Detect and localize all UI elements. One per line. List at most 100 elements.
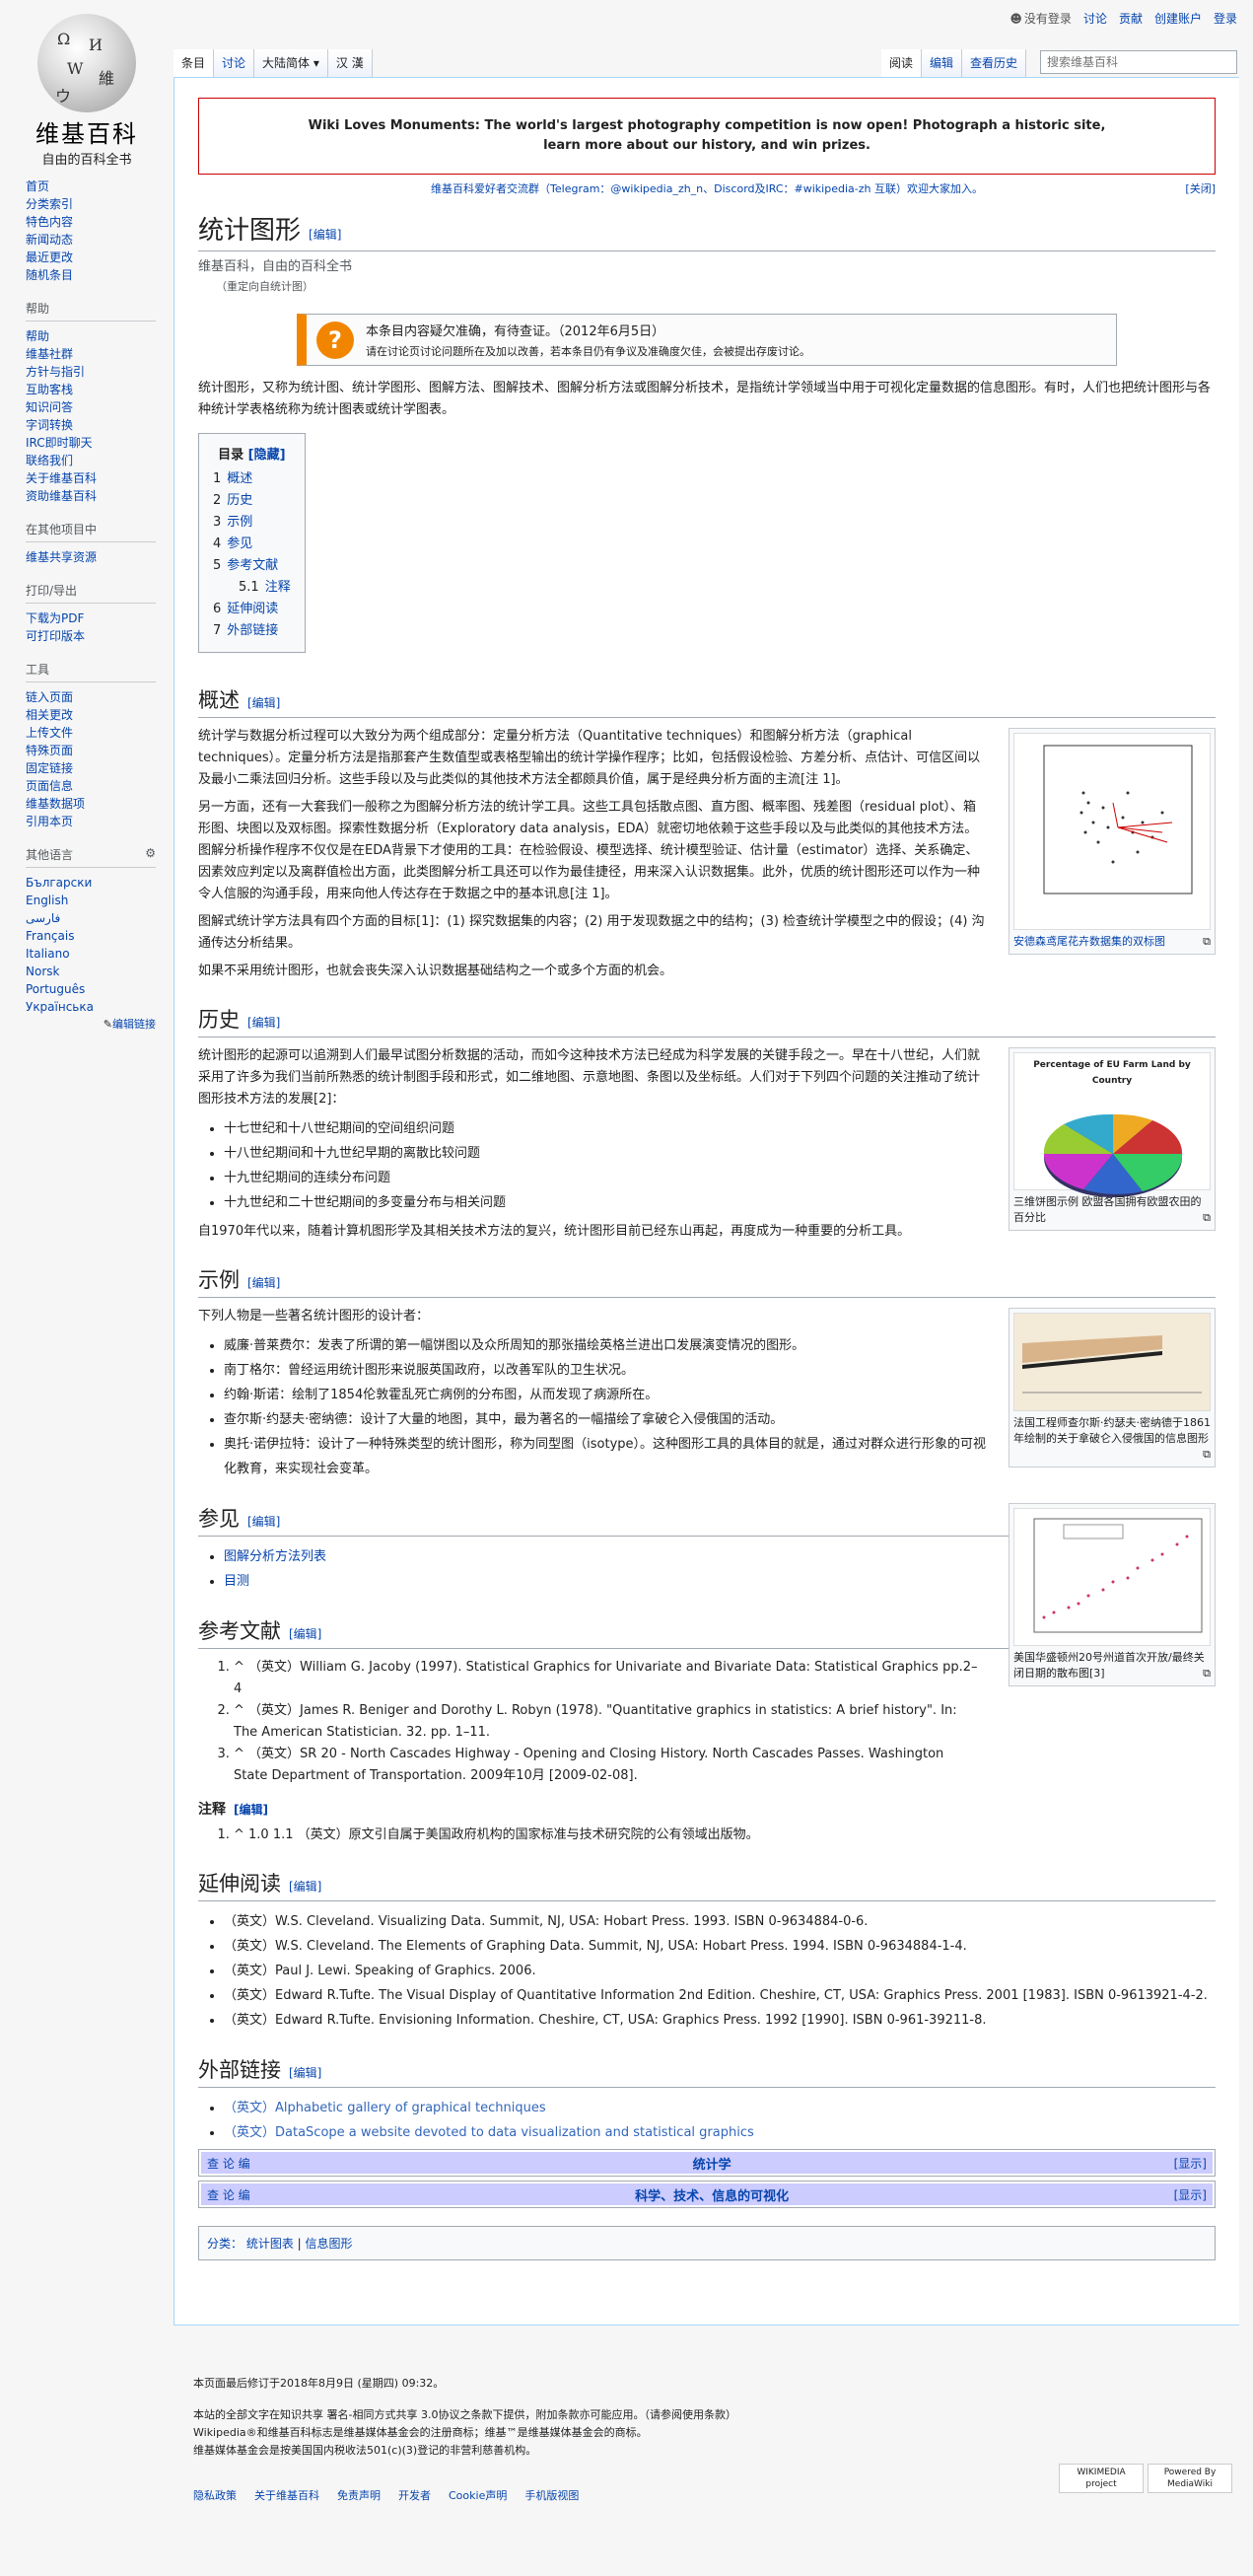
sidebar-item[interactable]: 方针与指引 [26,363,174,381]
edit-link[interactable]: [编辑] [309,228,341,242]
edit-link[interactable]: [编辑] [289,1880,321,1894]
sidebar-item-recent[interactable]: 最近更改 [26,249,174,266]
tab-edit[interactable]: 编辑 [921,49,962,77]
sidebar-item-home[interactable]: 首页 [26,178,174,195]
sidebar-lang[interactable]: Français [26,927,174,945]
categories-label[interactable]: 分类： [207,2237,243,2251]
sidebar-item[interactable]: 字词转换 [26,416,174,434]
sidebar-item[interactable]: 上传文件 [26,724,174,742]
toc-item[interactable]: 5 参考文献 [213,555,291,577]
category-link[interactable]: 信息图形 [306,2237,353,2251]
tab-read[interactable]: 阅读 [880,49,922,77]
sidebar-item[interactable]: 可打印版本 [26,627,174,645]
sidebar-item[interactable]: 联络我们 [26,452,174,469]
biplot-caption[interactable]: 安德森鸢尾花卉数据集的双标图 [1013,935,1165,948]
biplot-thumbnail[interactable]: 安德森鸢尾花卉数据集的双标图 ⧉ [1009,728,1216,955]
scatter-thumbnail[interactable]: 美国华盛顿州20号州道首次开放/最终关闭日期的散布图[3] ⧉ [1009,1503,1216,1686]
external-link[interactable]: （英文）Alphabetic gallery of graphical tech… [224,2101,546,2115]
minard-thumbnail[interactable]: 法国工程师查尔斯·约瑟夫·密纳德于1861年绘制的关于拿破仑入侵俄国的信息图形 … [1009,1308,1216,1467]
sidebar-item[interactable]: 特殊页面 [26,742,174,759]
enlarge-icon[interactable]: ⧉ [1203,1447,1211,1463]
navbox-show-toggle[interactable]: [显示] [1174,2155,1207,2172]
toc-item[interactable]: 6 延伸阅读 [213,599,291,620]
search-input[interactable] [1040,50,1237,74]
edit-link[interactable]: [编辑] [247,1515,280,1529]
toc-item[interactable]: 3 示例 [213,512,291,534]
see-also-link[interactable]: 目测 [224,1574,249,1589]
sidebar-lang[interactable]: فارسی [26,909,174,927]
sidebar-item[interactable]: 帮助 [26,327,174,345]
sidebar-item[interactable]: 关于维基百科 [26,469,174,487]
sidebar-item-featured[interactable]: 特色内容 [26,213,174,231]
sidebar-item[interactable]: IRC即时聊天 [26,434,174,452]
sidebar-item[interactable]: 维基共享资源 [26,548,174,566]
sidebar-item-news[interactable]: 新闻动态 [26,231,174,249]
footer-link[interactable]: 免责声明 [337,2487,381,2505]
sidebar-item[interactable]: 维基数据项 [26,795,174,813]
login-link[interactable]: 登录 [1214,10,1237,27]
edit-link[interactable]: [编辑] [289,1627,321,1641]
see-also-link[interactable]: 图解分析方法列表 [224,1549,326,1564]
community-link[interactable]: 维基百科爱好者交流群（Telegram：@wikipedia_zh_n、Disc… [431,182,983,195]
mediawiki-badge[interactable]: Powered By MediaWiki [1148,2464,1232,2493]
sidebar-lang[interactable]: English [26,892,174,909]
wikimedia-badge[interactable]: WIKIMEDIA project [1059,2464,1144,2493]
enlarge-icon[interactable]: ⧉ [1203,1210,1211,1226]
sidebar-item[interactable]: 链入页面 [26,688,174,706]
external-link[interactable]: （英文）DataScope a website devoted to data … [224,2125,754,2140]
central-notice[interactable]: Wiki Loves Monuments: The world's larges… [198,98,1216,175]
sidebar-lang[interactable]: Български [26,874,174,892]
sidebar-item[interactable]: 相关更改 [26,706,174,724]
sidebar-item[interactable]: 下载为PDF [26,609,174,627]
sidebar-item[interactable]: 互助客栈 [26,381,174,398]
sidebar-item[interactable]: 引用本页 [26,813,174,830]
tab-article[interactable]: 条目 [174,49,215,77]
enlarge-icon[interactable]: ⧉ [1203,1666,1211,1682]
sidebar-lang[interactable]: Українська [26,998,174,1016]
sidebar-item[interactable]: 维基社群 [26,345,174,363]
close-button[interactable]: [关闭] [1185,180,1216,198]
edit-link[interactable]: [编辑] [247,1016,280,1030]
sidebar-item-categories[interactable]: 分类索引 [26,195,174,213]
navbox-title[interactable]: 科学、技术、信息的可视化 [635,2189,789,2204]
navbox-title[interactable]: 统计学 [693,2158,731,2173]
enlarge-icon[interactable]: ⧉ [1203,934,1211,950]
edit-link[interactable]: [编辑] [234,1803,268,1817]
sidebar-item[interactable]: 知识问答 [26,398,174,416]
category-link[interactable]: 统计图表 [246,2237,294,2251]
sidebar-lang[interactable]: Norsk [26,963,174,980]
tab-history[interactable]: 查看历史 [961,49,1026,77]
tab-talk[interactable]: 讨论 [214,49,255,77]
edit-link[interactable]: [编辑] [289,2066,321,2080]
toc-hide-toggle[interactable]: [隐藏] [248,448,286,463]
gear-icon[interactable]: ⚙ [145,846,156,860]
footer-link[interactable]: 隐私政策 [193,2487,237,2505]
sidebar-item[interactable]: 固定链接 [26,759,174,777]
footer-link[interactable]: 开发者 [398,2487,431,2505]
navbox-show-toggle[interactable]: [显示] [1174,2186,1207,2203]
contributions-link[interactable]: 贡献 [1119,10,1143,27]
sidebar-item[interactable]: 资助维基百科 [26,487,174,505]
toc-item[interactable]: 4 参见 [213,534,291,555]
create-account-link[interactable]: 创建账户 [1154,10,1202,27]
tab-variant[interactable]: 大陆简体 ▾ [254,49,328,77]
toc-item[interactable]: 1 概述 [213,468,291,490]
sidebar-lang[interactable]: Italiano [26,945,174,963]
sidebar-item[interactable]: 页面信息 [26,777,174,795]
toc-item[interactable]: 5.1 注释 [213,577,291,599]
toc-item[interactable]: 2 历史 [213,490,291,512]
wikipedia-logo[interactable]: ΩИW維ウ 维基百科 自由的百科全书 [0,0,174,168]
navbox-vde[interactable]: 查 论 编 [207,2186,250,2203]
footer-link[interactable]: Cookie声明 [449,2487,507,2505]
pie-chart-thumbnail[interactable]: Percentage of EU Farm Land by Country 三维… [1009,1047,1216,1231]
edit-links[interactable]: 编辑链接 [112,1018,156,1031]
sidebar-item-random[interactable]: 随机条目 [26,266,174,284]
talk-link[interactable]: 讨论 [1083,10,1107,27]
navbox-vde[interactable]: 查 论 编 [207,2155,250,2172]
edit-link[interactable]: [编辑] [247,1276,280,1290]
toc-item[interactable]: 7 外部链接 [213,620,291,642]
tab-language-variant[interactable]: 汉 漢 [327,49,373,77]
footer-link[interactable]: 关于维基百科 [254,2487,319,2505]
sidebar-lang[interactable]: Português [26,980,174,998]
footer-link[interactable]: 手机版视图 [524,2487,579,2505]
